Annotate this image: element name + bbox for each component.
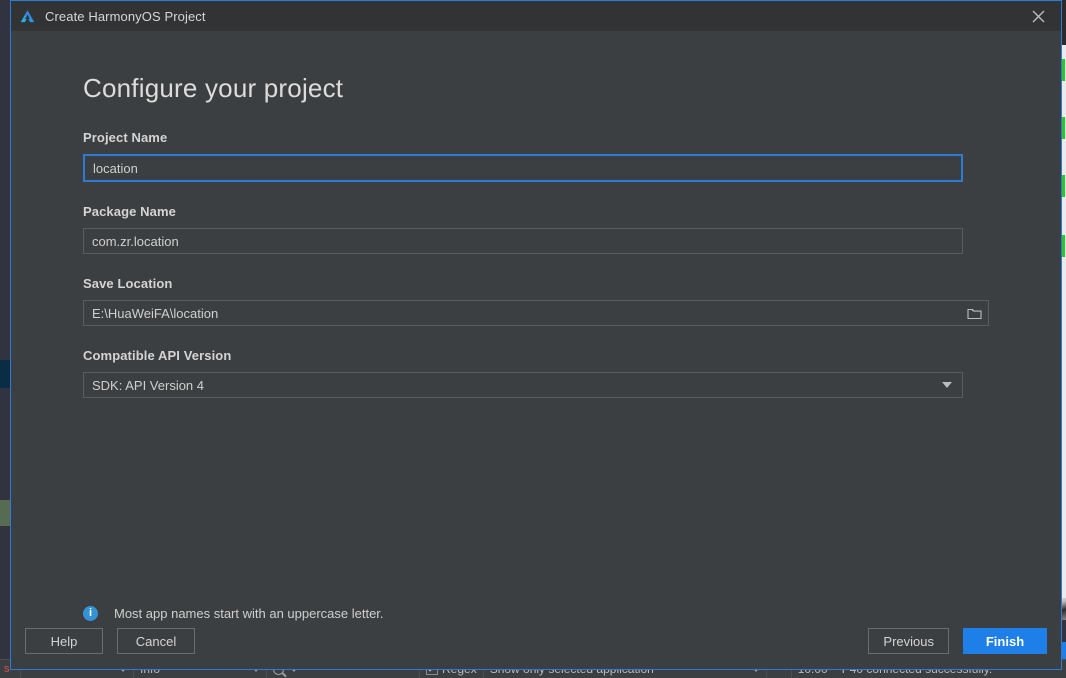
folder-icon xyxy=(967,308,982,319)
harmonyos-logo-icon xyxy=(20,9,35,22)
editor-gutter-marker-green xyxy=(0,500,10,526)
api-version-select[interactable]: SDK: API Version 4 xyxy=(83,372,963,398)
help-button[interactable]: Help xyxy=(25,628,103,654)
save-location-label: Save Location xyxy=(83,276,173,291)
browse-folder-button[interactable] xyxy=(961,300,989,326)
package-name-input[interactable] xyxy=(83,228,963,254)
chevron-down-icon xyxy=(942,382,952,388)
close-button[interactable] xyxy=(1015,1,1061,31)
dialog-title: Create HarmonyOS Project xyxy=(45,8,206,24)
dialog-content: Configure your project Project Name Pack… xyxy=(11,31,1061,621)
editor-gutter-marker-blue xyxy=(0,360,10,388)
save-location-input[interactable] xyxy=(83,300,963,326)
api-version-label: Compatible API Version xyxy=(83,348,232,363)
api-version-value: SDK: API Version 4 xyxy=(92,377,205,393)
page-title: Configure your project xyxy=(83,73,344,103)
cancel-button[interactable]: Cancel xyxy=(117,628,195,654)
hint-message: i Most app names start with an uppercase… xyxy=(83,606,384,621)
project-name-input[interactable] xyxy=(83,154,963,182)
dialog-footer: Help Cancel Previous Finish xyxy=(11,613,1061,669)
field-save-location: Save Location xyxy=(83,276,989,326)
field-package-name: Package Name xyxy=(83,204,989,254)
field-api-version: Compatible API Version SDK: API Version … xyxy=(83,348,989,398)
field-project-name: Project Name xyxy=(83,130,989,182)
package-name-label: Package Name xyxy=(83,204,176,219)
previous-button[interactable]: Previous xyxy=(868,628,949,654)
logcat-left-text: s xyxy=(4,663,10,675)
create-project-dialog: Create HarmonyOS Project Configure your … xyxy=(10,0,1062,670)
finish-button[interactable]: Finish xyxy=(963,628,1047,654)
close-icon xyxy=(1032,10,1044,22)
dialog-titlebar: Create HarmonyOS Project xyxy=(11,1,1061,31)
project-name-label: Project Name xyxy=(83,130,168,145)
info-icon: i xyxy=(83,606,98,621)
hint-text: Most app names start with an uppercase l… xyxy=(114,606,384,621)
